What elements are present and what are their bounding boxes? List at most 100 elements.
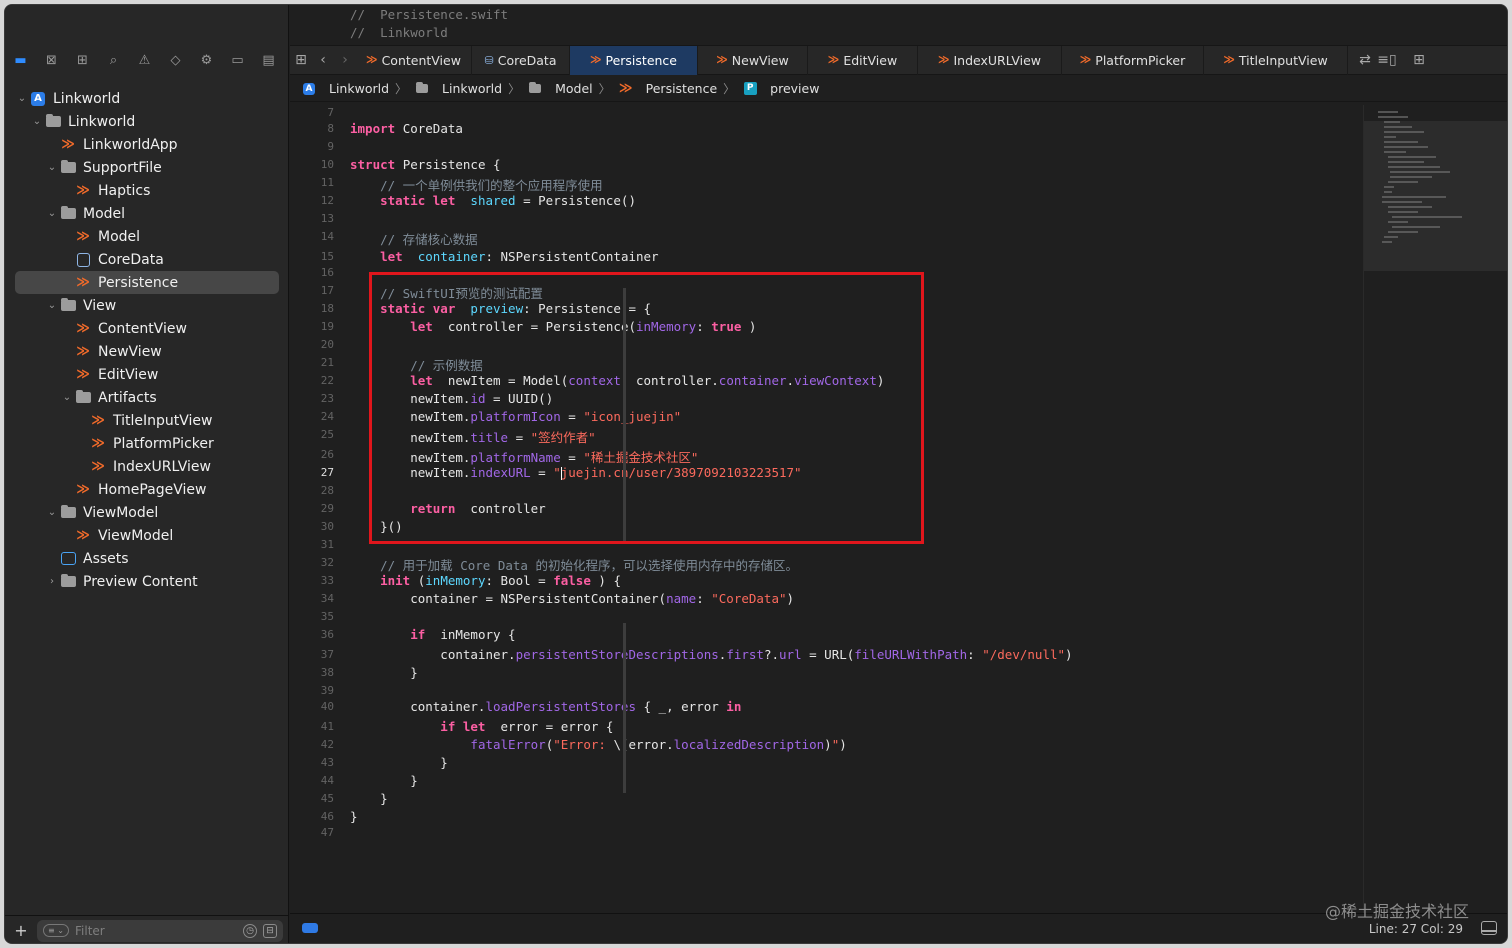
chevron-down-icon[interactable]: ⌄	[30, 116, 44, 127]
tree-item[interactable]: ≫ ViewModel	[15, 524, 279, 547]
tree-item[interactable]: ≫ LinkworldApp	[15, 133, 279, 156]
grid-icon[interactable]: ⊞	[290, 52, 312, 68]
tree-item[interactable]: ≫ Haptics	[15, 179, 279, 202]
editor-options-icon[interactable]: ≡▯	[1376, 52, 1398, 68]
line-number: 45	[320, 792, 334, 805]
editor-tab[interactable]: ≫ NewView	[698, 45, 808, 75]
chevron-down-icon[interactable]: ⌄	[45, 208, 59, 219]
code-token: return	[350, 501, 456, 516]
chevron-down-icon[interactable]: ⌄	[45, 300, 59, 311]
filter-options-icon[interactable]: ≡ ⌄	[43, 924, 69, 937]
tree-item[interactable]: ⌄ Model	[15, 202, 279, 225]
breadcrumb-separator: 〉	[508, 82, 521, 96]
tree-item[interactable]: ⌄ Artifacts	[15, 386, 279, 409]
editor-tab[interactable]: ⛁ CoreData	[472, 45, 570, 75]
code-line: }()	[350, 519, 403, 534]
chevron-right-icon[interactable]: ›	[45, 576, 59, 587]
code-token: newItem.	[350, 465, 471, 480]
minimap-line	[1384, 186, 1394, 188]
minimap-line	[1384, 126, 1412, 128]
minimap[interactable]	[1363, 105, 1507, 921]
tree-item[interactable]: ⌄ View	[15, 294, 279, 317]
tree-item[interactable]: CoreData	[15, 248, 279, 271]
symbols-icon[interactable]: ⊞	[67, 49, 98, 73]
folder-icon[interactable]: ▬	[5, 49, 36, 73]
editor-tab[interactable]: ≫ Persistence	[570, 45, 698, 75]
code-area[interactable]: 7 8 import CoreData 9 10 struct Persistence {…	[290, 106, 1360, 839]
editor-tab[interactable]: ≫ PlatformPicker	[1062, 45, 1204, 75]
editor-tab[interactable]: ≫ EditView	[808, 45, 918, 75]
tree-item[interactable]: ≫ EditView	[15, 363, 279, 386]
code-token: :	[696, 319, 712, 334]
chevron-down-icon[interactable]: ⌄	[60, 392, 74, 403]
issues-icon[interactable]: ⚠	[129, 49, 160, 73]
chevron-down-icon[interactable]: ⌄	[45, 162, 59, 173]
code-token: ) {	[598, 573, 621, 588]
swift-file-icon: ≫	[366, 53, 378, 66]
gutter-fold-bar[interactable]	[623, 623, 626, 793]
debug-area-indicator[interactable]	[302, 923, 318, 933]
breadcrumb-item[interactable]: Ppreview	[741, 81, 819, 96]
minimap-line	[1384, 151, 1406, 153]
tree-item-label: ContentView	[98, 320, 187, 337]
tree-item[interactable]: ≫ Model	[15, 225, 279, 248]
recent-files-icon[interactable]: ◷	[243, 923, 257, 938]
filter-field[interactable]: ≡ ⌄ ◷ ⊟	[37, 919, 283, 942]
chevron-down-icon[interactable]: ⌄	[45, 507, 59, 518]
tree-item[interactable]: ⌄ SupportFile	[15, 156, 279, 179]
tree-item[interactable]: ≫ IndexURLView	[15, 455, 279, 478]
code-line: container = NSPersistentContainer(name: …	[350, 591, 794, 606]
breakpoints-icon[interactable]: ▭	[222, 49, 253, 73]
filter-input[interactable]	[75, 923, 237, 938]
code-token: inMemory	[425, 573, 486, 588]
find-icon[interactable]: ⌕	[98, 49, 129, 73]
code-token: first	[726, 647, 764, 662]
add-editor-icon[interactable]: ⊞	[1408, 52, 1430, 68]
breadcrumb-item[interactable]: Model	[526, 81, 593, 96]
breadcrumb-item[interactable]: Linkworld	[413, 81, 502, 96]
reports-icon[interactable]: ▤	[253, 49, 284, 73]
editor-tab[interactable]: ≫ IndexURLView	[918, 45, 1062, 75]
tree-item[interactable]: ≫ NewView	[15, 340, 279, 363]
source-control-filter-icon[interactable]: ⊟	[263, 923, 277, 938]
breadcrumb-item[interactable]: ≫ Persistence	[617, 81, 717, 96]
tree-item[interactable]: ≫ ContentView	[15, 317, 279, 340]
code-token: init	[350, 573, 411, 588]
tree-item[interactable]: ≫ TitleInputView	[15, 409, 279, 432]
add-file-button[interactable]: +	[11, 921, 31, 940]
tree-item[interactable]: ≫ PlatformPicker	[15, 432, 279, 455]
tree-item[interactable]: ≫ HomePageView	[15, 478, 279, 501]
panel-toggle-icon[interactable]	[1481, 921, 1497, 935]
back-button[interactable]: ‹	[312, 52, 334, 68]
line-number: 34	[320, 592, 334, 605]
line-number: 38	[320, 666, 334, 679]
tree-item[interactable]: Assets	[15, 547, 279, 570]
swift-file-icon: ≫	[76, 527, 90, 543]
tree-item[interactable]: ≫ Persistence	[15, 271, 279, 294]
source-control-icon[interactable]: ⊠	[36, 49, 67, 73]
tree-item[interactable]: ⌄ Linkworld	[15, 110, 279, 133]
code-token: if let	[350, 719, 486, 734]
line-number: 26	[320, 448, 334, 461]
gutter-fold-bar[interactable]	[623, 288, 626, 544]
tab-label: IndexURLView	[953, 52, 1042, 68]
tree-item[interactable]: ⌄ A Linkworld	[15, 87, 279, 110]
chevron-down-icon[interactable]: ⌄	[15, 93, 29, 104]
swift-file-icon: ≫	[827, 53, 840, 66]
minimap-line	[1390, 176, 1432, 178]
line-number: 24	[320, 410, 334, 423]
tab-label: NewView	[731, 52, 789, 68]
forward-button[interactable]: ›	[334, 52, 356, 68]
swap-icon[interactable]: ⇄	[1354, 52, 1376, 68]
breadcrumb-label: Linkworld	[442, 81, 503, 96]
code-token: shared	[470, 193, 516, 208]
editor-tab[interactable]: ≫ TitleInputView	[1204, 45, 1348, 75]
code-token: container	[718, 373, 787, 388]
debug-icon[interactable]: ⚙	[191, 49, 222, 73]
tree-item[interactable]: ⌄ ViewModel	[15, 501, 279, 524]
tree-item[interactable]: › Preview Content	[15, 570, 279, 593]
tests-icon[interactable]: ◇	[160, 49, 191, 73]
breadcrumb-item[interactable]: A Linkworld	[300, 81, 389, 96]
minimap-line	[1384, 191, 1392, 193]
editor-tab[interactable]: ≫ ContentView	[356, 45, 472, 75]
